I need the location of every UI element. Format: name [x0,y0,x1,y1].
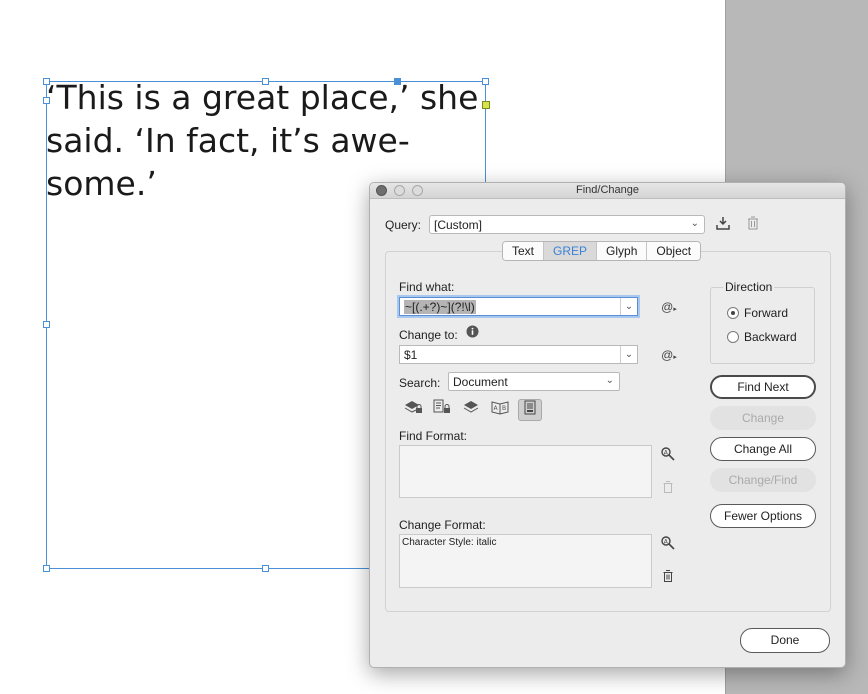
special-characters-for-replace-icon[interactable]: @▸ [660,346,678,364]
find-what-input[interactable]: ~[(.+?)~](?!\l) ⌄ [399,297,638,316]
direction-backward-label[interactable]: Backward [744,330,797,344]
specify-find-attributes-icon[interactable]: A [659,446,677,464]
change-format-box[interactable]: Character Style: italic [399,534,652,588]
tab-text[interactable]: Text [503,242,545,260]
direction-backward-radio[interactable] [727,331,739,343]
tab-object[interactable]: Object [647,242,701,260]
change-to-value: $1 [404,348,418,362]
frame-handle-middle-left[interactable] [43,321,50,328]
clear-find-format-icon[interactable] [659,480,677,498]
svg-text:A: A [494,405,499,412]
delete-query-icon[interactable] [744,215,762,233]
specify-change-attributes-icon[interactable]: A [659,535,677,553]
done-button[interactable]: Done [740,628,830,653]
include-master-pages-icon[interactable]: AB [488,399,512,421]
change-button[interactable]: Change [710,406,816,430]
dialog-title: Find/Change [576,184,639,196]
include-footnotes-icon[interactable] [518,399,542,421]
query-select[interactable]: [Custom] ⌄ [429,215,705,234]
search-scope-select[interactable]: Document ⌄ [448,372,620,391]
include-locked-stories-icon[interactable] [430,399,454,421]
fewer-options-button[interactable]: Fewer Options [710,504,816,528]
save-query-icon[interactable] [714,215,732,233]
search-label: Search: [399,376,441,390]
frame-handle-bottom-middle[interactable] [262,565,269,572]
find-type-tabs: Text GREP Glyph Object [502,241,702,261]
find-format-label: Find Format: [399,429,468,443]
info-icon[interactable] [464,325,480,343]
special-characters-for-search-icon[interactable]: @▸ [660,298,678,316]
find-next-button[interactable]: Find Next [710,375,816,399]
change-to-input[interactable]: $1 ⌄ [399,345,638,364]
include-locked-layers-icon[interactable] [401,399,425,421]
direction-forward-label[interactable]: Forward [744,306,788,320]
change-format-value: Character Style: italic [402,537,497,548]
dialog-titlebar[interactable]: Find/Change [370,183,845,199]
svg-text:B: B [502,405,506,412]
find-what-label: Find what: [399,280,455,294]
chevron-down-icon: ⌄ [605,375,614,386]
change-format-label: Change Format: [399,518,486,532]
indesign-workspace: ‘This is a great place,’ she said. ‘In f… [0,0,868,694]
frame-handle-bottom-left[interactable] [43,565,50,572]
change-all-button[interactable]: Change All [710,437,816,461]
chevron-down-icon: ⌄ [690,218,699,229]
chevron-down-icon[interactable]: ⌄ [620,346,637,363]
chevron-down-icon[interactable]: ⌄ [620,298,637,315]
tab-grep[interactable]: GREP [544,242,598,260]
direction-label: Direction [723,280,775,294]
tab-glyph[interactable]: Glyph [597,242,648,260]
change-find-button[interactable]: Change/Find [710,468,816,492]
clear-change-format-icon[interactable] [659,569,677,587]
query-value: [Custom] [434,218,483,232]
query-label: Query: [385,218,422,232]
find-format-box[interactable] [399,445,652,498]
find-change-dialog: Find/Change Query: [Custom] ⌄ Text GREP … [369,182,846,668]
change-to-label: Change to: [399,328,458,342]
direction-forward-radio[interactable] [727,307,739,319]
include-hidden-layers-icon[interactable] [459,399,483,421]
find-what-value: ~[(.+?)~](?!\l) [404,300,476,314]
direction-group [710,287,815,364]
search-scope-value: Document [453,375,508,389]
